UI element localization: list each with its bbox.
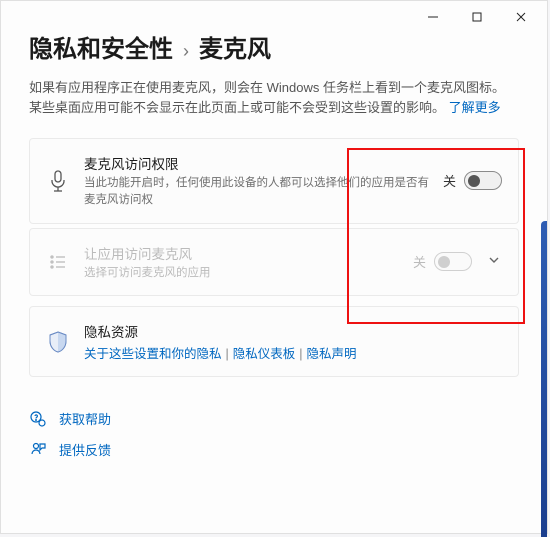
breadcrumb-separator-icon: › [183, 41, 189, 62]
apps-list-icon [44, 253, 72, 271]
toggle-label: 关 [413, 252, 426, 271]
microphone-icon [44, 170, 72, 192]
content-area: 隐私和安全性 › 麦克风 如果有应用程序正在使用麦克风，则会在 Windows … [1, 29, 547, 465]
link-about-settings[interactable]: 关于这些设置和你的隐私 [84, 347, 222, 361]
microphone-access-toggle[interactable] [464, 171, 502, 190]
settings-window: 隐私和安全性 › 麦克风 如果有应用程序正在使用麦克风，则会在 Windows … [0, 0, 548, 534]
apps-access-toggle [434, 252, 472, 271]
toggle-label: 关 [443, 171, 456, 190]
card-microphone-access: 麦克风访问权限 当此功能开启时，任何使用此设备的人都可以选择他们的应用是否有麦克… [29, 138, 519, 223]
description-text: 如果有应用程序正在使用麦克风，则会在 Windows 任务栏上看到一个麦克风图标… [29, 80, 505, 115]
card-subtitle: 当此功能开启时，任何使用此设备的人都可以选择他们的应用是否有麦克风访问权 [84, 175, 435, 208]
desktop-edge-decoration [541, 221, 547, 537]
breadcrumb: 隐私和安全性 › 麦克风 [29, 29, 519, 64]
footer-links: 获取帮助 提供反馈 [29, 403, 519, 465]
get-help-link[interactable]: 获取帮助 [29, 403, 519, 434]
give-feedback-label: 提供反馈 [59, 440, 111, 459]
link-privacy-statement[interactable]: 隐私声明 [307, 347, 357, 361]
breadcrumb-current: 麦克风 [199, 29, 271, 64]
learn-more-link[interactable]: 了解更多 [449, 100, 501, 115]
give-feedback-link[interactable]: 提供反馈 [29, 434, 519, 465]
help-icon [29, 411, 47, 427]
card-privacy-resources: 隐私资源 关于这些设置和你的隐私|隐私仪表板|隐私声明 [29, 306, 519, 377]
minimize-button[interactable] [411, 3, 455, 31]
feedback-icon [29, 442, 47, 458]
card-title: 让应用访问麦克风 [84, 243, 405, 263]
card-subtitle: 选择可访问麦克风的应用 [84, 265, 405, 282]
chevron-down-icon [486, 254, 502, 269]
shield-icon [44, 331, 72, 353]
card-apps-access[interactable]: 让应用访问麦克风 选择可访问麦克风的应用 关 [29, 228, 519, 297]
get-help-label: 获取帮助 [59, 409, 111, 428]
card-title: 麦克风访问权限 [84, 153, 435, 173]
close-button[interactable] [499, 3, 543, 31]
maximize-button[interactable] [455, 3, 499, 31]
page-description: 如果有应用程序正在使用麦克风，则会在 Windows 任务栏上看到一个麦克风图标… [29, 78, 519, 118]
link-privacy-dashboard[interactable]: 隐私仪表板 [233, 347, 296, 361]
card-title: 隐私资源 [84, 321, 494, 341]
breadcrumb-parent[interactable]: 隐私和安全性 [29, 29, 173, 64]
privacy-links: 关于这些设置和你的隐私|隐私仪表板|隐私声明 [84, 343, 494, 362]
